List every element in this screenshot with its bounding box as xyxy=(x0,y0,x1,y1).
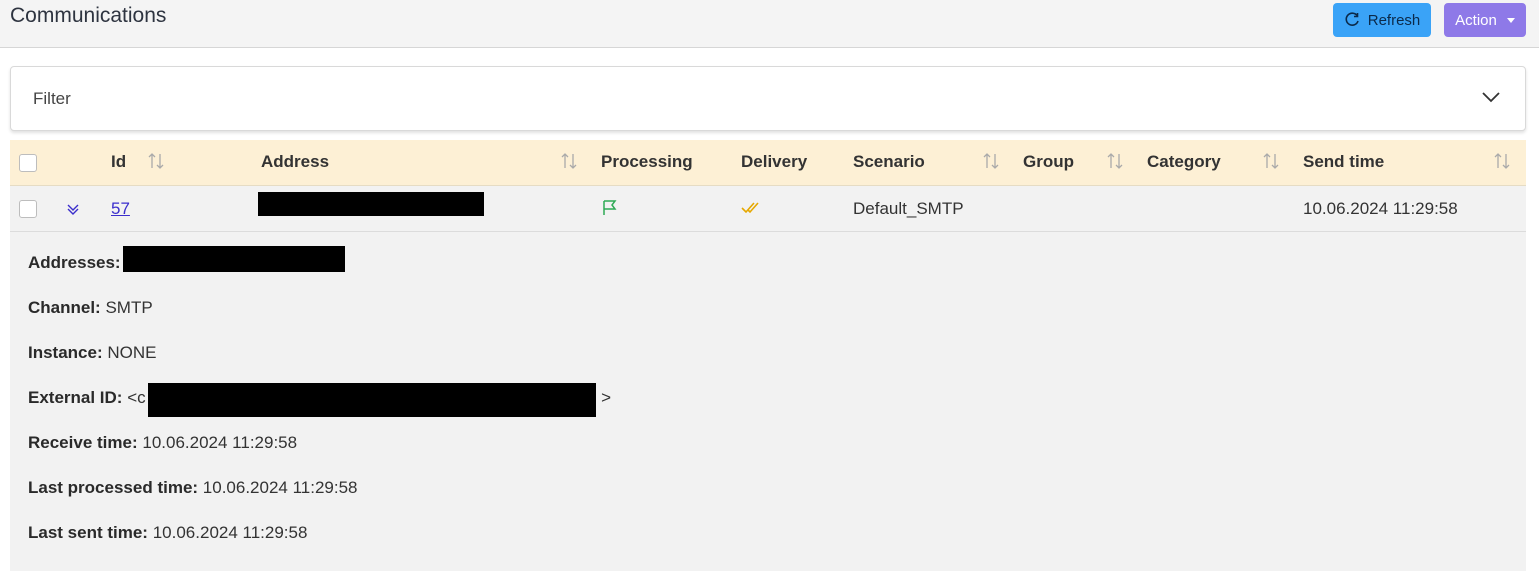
sort-icon[interactable] xyxy=(560,151,578,171)
caret-down-icon xyxy=(1506,17,1515,23)
redacted-addresses xyxy=(123,246,345,272)
column-header-address[interactable]: Address xyxy=(261,152,329,172)
refresh-icon xyxy=(1345,12,1359,26)
row-scenario: Default_SMTP xyxy=(853,199,964,218)
detail-receive-time: Receive time: 10.06.2024 11:29:58 xyxy=(28,433,298,452)
filter-label: Filter xyxy=(33,89,71,108)
column-header-group[interactable]: Group xyxy=(1023,152,1074,172)
refresh-button-label: Refresh xyxy=(1367,11,1421,29)
sort-icon[interactable] xyxy=(1262,151,1280,171)
column-header-id[interactable]: Id xyxy=(111,152,126,172)
detail-addresses: Addresses: xyxy=(28,253,121,272)
detail-last-processed-time: Last processed time: 10.06.2024 11:29:58 xyxy=(28,478,358,497)
column-header-scenario[interactable]: Scenario xyxy=(853,152,925,172)
expand-chevron-icon[interactable] xyxy=(66,202,80,216)
row-id-link[interactable]: 57 xyxy=(111,199,130,219)
redacted-external-id xyxy=(148,383,596,417)
detail-last-sent-time: Last sent time: 10.06.2024 11:29:58 xyxy=(28,523,308,542)
column-header-delivery: Delivery xyxy=(741,152,808,171)
select-all-checkbox[interactable] xyxy=(19,154,37,172)
sort-icon[interactable] xyxy=(1106,151,1124,171)
page-header: Communications Refresh Action xyxy=(0,0,1539,48)
row-select-checkbox[interactable] xyxy=(19,200,37,218)
row-send-time: 10.06.2024 11:29:58 xyxy=(1303,199,1458,218)
double-check-icon xyxy=(741,202,759,214)
row-details-panel: Addresses: Channel: SMTP Instance: NONE … xyxy=(10,232,1526,571)
detail-instance: Instance: NONE xyxy=(28,343,157,362)
detail-channel: Channel: SMTP xyxy=(28,298,153,317)
column-header-category[interactable]: Category xyxy=(1147,152,1221,172)
refresh-button[interactable]: Refresh xyxy=(1333,3,1431,37)
sort-icon[interactable] xyxy=(147,151,165,171)
column-header-send-time[interactable]: Send time xyxy=(1303,152,1384,172)
redacted-address xyxy=(258,192,484,216)
sort-icon[interactable] xyxy=(1493,151,1511,171)
column-header-processing: Processing xyxy=(601,152,693,171)
action-dropdown-button[interactable]: Action xyxy=(1444,3,1526,37)
page-title: Communications xyxy=(10,4,167,27)
flag-icon xyxy=(603,200,617,215)
action-button-label: Action xyxy=(1455,11,1497,29)
filter-panel[interactable]: Filter xyxy=(10,66,1526,131)
table-row[interactable]: 57 Default_SMTP 10.06.2024 11:29:58 xyxy=(10,186,1526,232)
sort-icon[interactable] xyxy=(982,151,1000,171)
table-header: Id Address Processing Delivery Scenario … xyxy=(10,140,1526,186)
chevron-down-icon[interactable] xyxy=(1481,87,1501,107)
